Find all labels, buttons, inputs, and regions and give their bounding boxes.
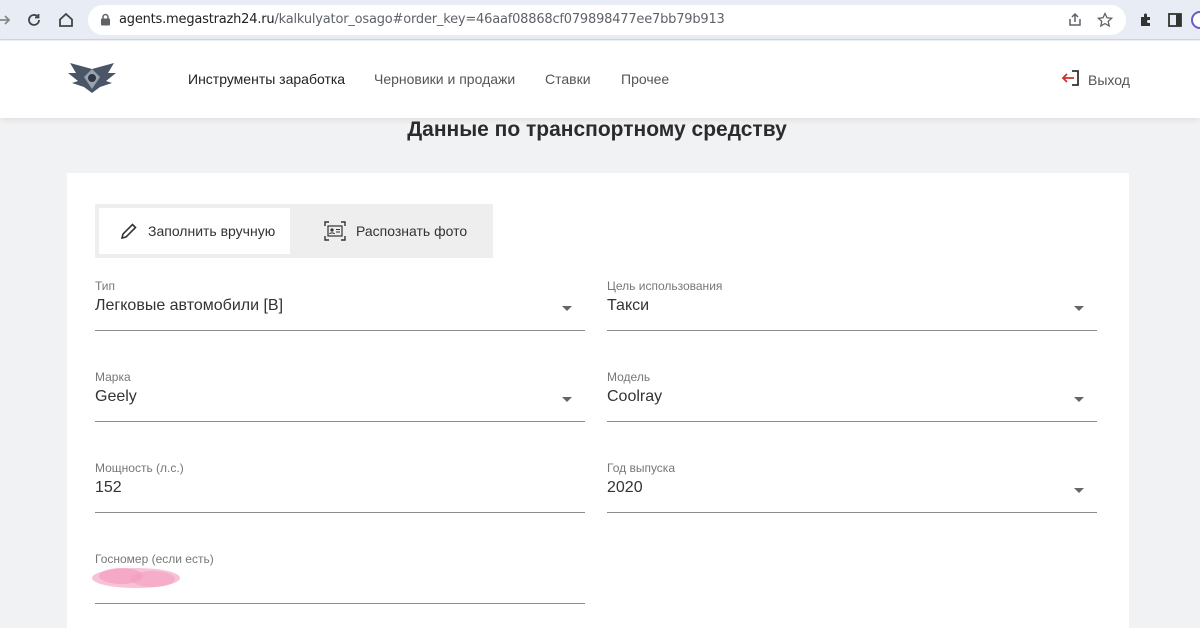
vehicle-type-value: Легковые автомобили [B] [95, 297, 284, 314]
dropdown-arrow-icon[interactable] [1074, 488, 1084, 493]
home-icon[interactable] [54, 8, 78, 32]
dropdown-arrow-icon[interactable] [562, 397, 572, 402]
power-value: 152 [95, 479, 122, 496]
lock-icon[interactable] [100, 13, 111, 31]
page-title: Данные по транспортному средству [407, 118, 787, 141]
dropdown-arrow-icon[interactable] [1074, 306, 1084, 311]
dropdown-arrow-icon[interactable] [562, 306, 572, 311]
usage-purpose-select[interactable]: Цель использования Такси [607, 279, 1097, 331]
usage-purpose-label: Цель использования [607, 279, 723, 293]
logout-button[interactable]: Выход [1060, 68, 1130, 91]
vehicle-type-select[interactable]: Тип Легковые автомобили [B] [95, 279, 585, 331]
side-panel-icon[interactable] [1163, 8, 1187, 32]
url-host: agents.megastrazh24.ru [119, 12, 275, 27]
extensions-icon[interactable] [1134, 8, 1158, 32]
browser-toolbar: agents.megastrazh24.ru/kalkulyator_osago… [0, 0, 1200, 40]
power-input[interactable]: Мощность (л.с.) 152 [95, 461, 585, 513]
model-label: Модель [607, 370, 651, 384]
power-label: Мощность (л.с.) [95, 461, 184, 475]
url-path: /kalkulyator_osago#order_key=46aaf08868c… [274, 12, 725, 27]
recognize-photo-label: Распознать фото [356, 223, 468, 239]
recognize-photo-button[interactable]: Распознать фото [323, 208, 493, 254]
share-icon[interactable] [1066, 11, 1084, 29]
site-logo[interactable] [66, 59, 118, 95]
vehicle-type-label: Тип [95, 279, 116, 293]
brand-value: Geely [95, 388, 137, 405]
url-text: agents.megastrazh24.ru/kalkulyator_osago… [119, 12, 725, 27]
year-label: Год выпуска [607, 461, 675, 475]
pencil-icon [120, 223, 137, 240]
site-header: Инструменты заработка Черновики и продаж… [0, 41, 1200, 118]
brand-label: Марка [95, 370, 131, 384]
plate-number-label: Госномер (если есть) [95, 552, 214, 566]
brand-select[interactable]: Марка Geely [95, 370, 585, 422]
bookmark-star-icon[interactable] [1096, 11, 1114, 29]
reload-icon[interactable] [22, 8, 46, 32]
logout-label: Выход [1088, 71, 1130, 88]
vehicle-form-card: Заполнить вручную Распознать фото Тип Ле… [67, 173, 1129, 628]
fill-manually-button[interactable]: Заполнить вручную [99, 208, 290, 254]
dropdown-arrow-icon[interactable] [1074, 397, 1084, 402]
address-bar[interactable]: agents.megastrazh24.ru/kalkulyator_osago… [88, 5, 1126, 35]
id-card-scan-icon [324, 221, 346, 241]
plate-number-input[interactable]: Госномер (если есть) [92, 552, 585, 604]
nav-other[interactable]: Прочее [621, 71, 669, 87]
fill-manually-label: Заполнить вручную [148, 223, 276, 239]
forward-icon[interactable] [0, 8, 16, 32]
year-value: 2020 [607, 479, 643, 496]
nav-drafts-sales[interactable]: Черновики и продажи [374, 71, 515, 87]
model-select[interactable]: Модель Coolray [607, 370, 1097, 422]
logout-icon [1060, 68, 1082, 91]
usage-purpose-value: Такси [607, 297, 650, 314]
model-value: Coolray [607, 388, 663, 405]
profile-avatar[interactable] [1188, 8, 1200, 32]
input-mode-switch: Заполнить вручную Распознать фото [95, 204, 493, 258]
redaction-mark [91, 566, 181, 590]
year-select[interactable]: Год выпуска 2020 [607, 461, 1097, 513]
nav-earning-tools[interactable]: Инструменты заработка [188, 71, 345, 87]
nav-rates[interactable]: Ставки [545, 71, 591, 87]
